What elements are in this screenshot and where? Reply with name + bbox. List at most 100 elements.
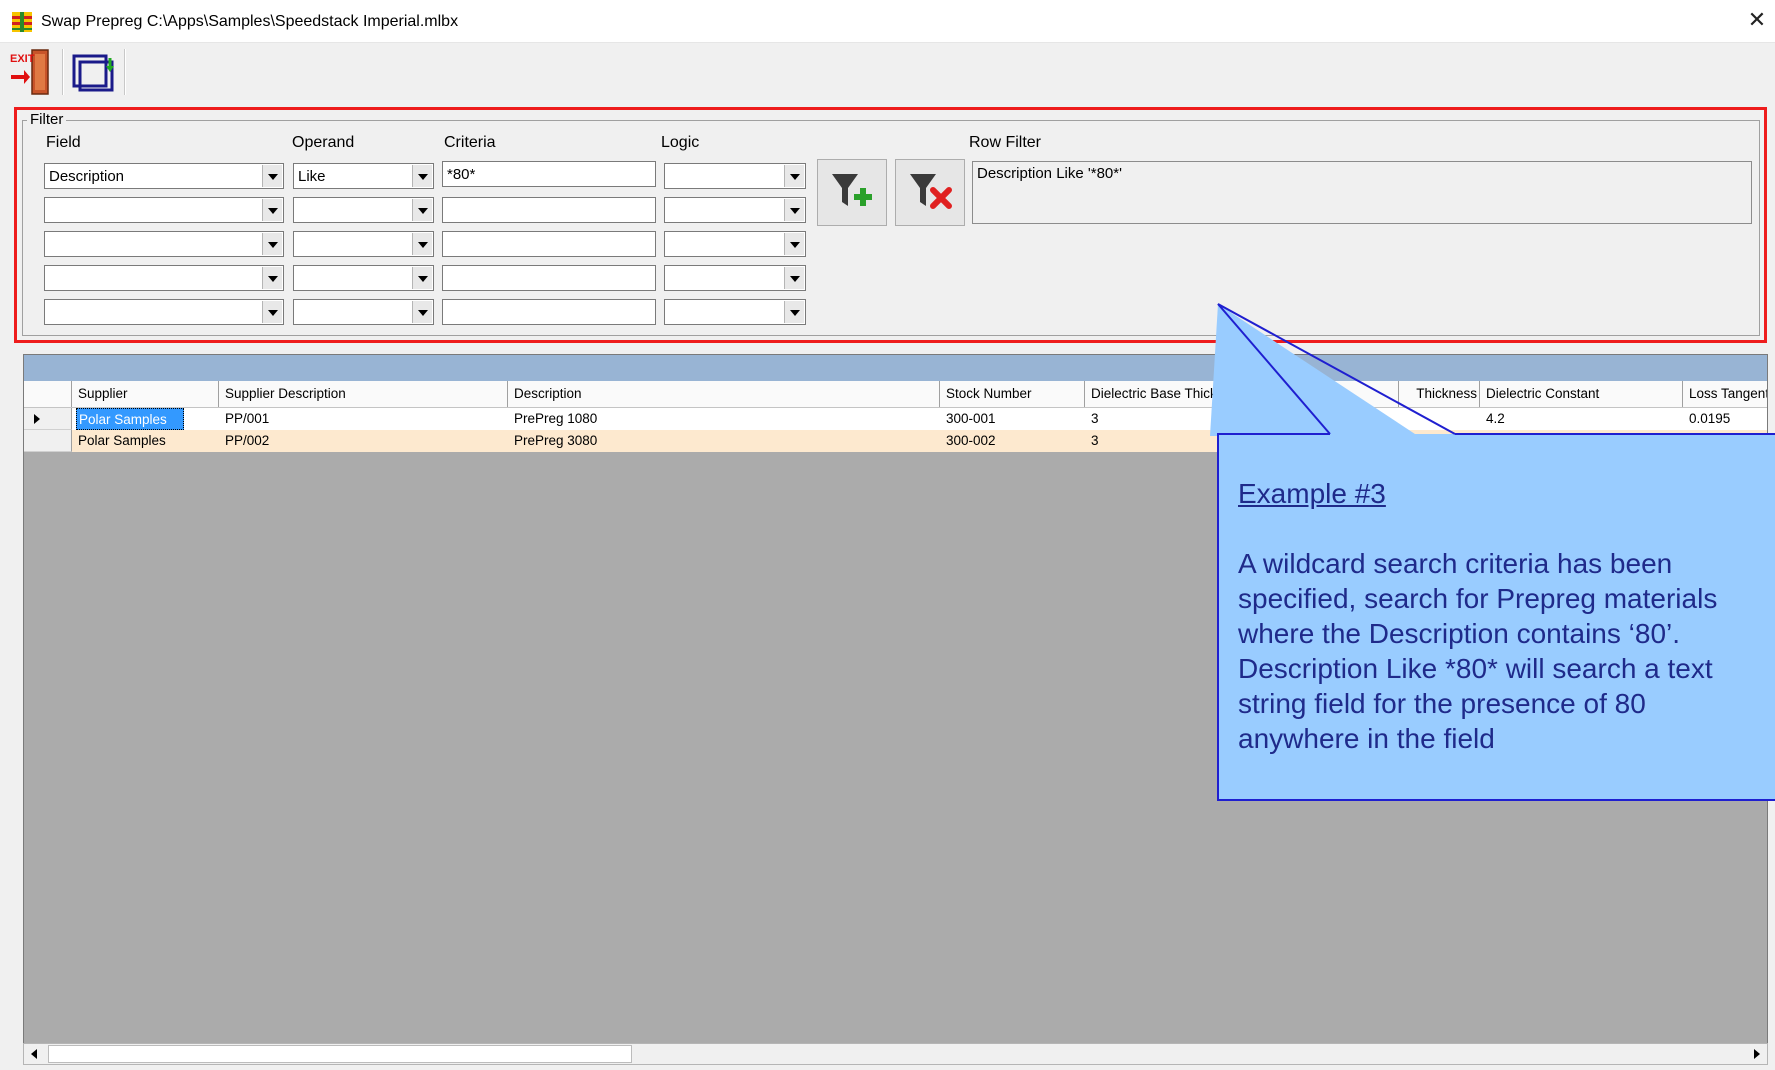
cell-loss-tangent[interactable] xyxy=(1683,430,1767,452)
swap-prepreg-window: Swap Prepreg C:\Apps\Samples\Speedstack … xyxy=(0,0,1775,1070)
logic-combo-3[interactable] xyxy=(664,231,806,257)
swap-icon[interactable] xyxy=(68,48,116,96)
scroll-thumb[interactable] xyxy=(48,1045,632,1063)
dropdown-arrow-icon[interactable] xyxy=(784,267,804,289)
cell-supplier[interactable]: Polar Samples xyxy=(72,430,219,452)
cell-dielectric-base-thickness[interactable]: 3 xyxy=(1085,430,1281,452)
toolbar: EXIT xyxy=(0,43,1775,101)
criteria-input-3[interactable] xyxy=(442,231,656,257)
field-combo-4[interactable] xyxy=(44,265,284,291)
add-filter-button[interactable] xyxy=(817,159,887,226)
cell-supplier[interactable]: Polar Samples xyxy=(76,408,184,430)
criteria-input-1[interactable]: *80* xyxy=(442,161,656,187)
grid-caption-bar xyxy=(24,355,1767,381)
horizontal-scrollbar[interactable] xyxy=(23,1043,1768,1065)
callout-annotation: Example #3 A wildcard search criteria ha… xyxy=(1238,476,1768,756)
dropdown-arrow-icon[interactable] xyxy=(412,233,432,255)
app-icon xyxy=(12,12,32,32)
cell-d[interactable] xyxy=(1281,430,1399,452)
clear-filter-button[interactable] xyxy=(895,159,965,226)
logic-combo-2[interactable] xyxy=(664,197,806,223)
title-bar: Swap Prepreg C:\Apps\Samples\Speedstack … xyxy=(0,0,1775,43)
row-filter-box: Description Like '*80*' xyxy=(972,161,1752,224)
cell-thickness[interactable] xyxy=(1399,408,1480,430)
logic-combo-5[interactable] xyxy=(664,299,806,325)
dropdown-arrow-icon[interactable] xyxy=(784,233,804,255)
dropdown-arrow-icon[interactable] xyxy=(262,165,282,187)
column-header-supplier[interactable]: Supplier xyxy=(72,381,219,407)
cell-description[interactable]: PrePreg 1080 xyxy=(508,408,940,430)
dropdown-arrow-icon[interactable] xyxy=(784,199,804,221)
dropdown-arrow-icon[interactable] xyxy=(262,301,282,323)
operand-value: Like xyxy=(298,168,326,185)
callout-title: Example #3 xyxy=(1238,478,1386,509)
field-combo-1[interactable]: Description xyxy=(44,163,284,189)
dropdown-arrow-icon[interactable] xyxy=(784,301,804,323)
dropdown-arrow-icon[interactable] xyxy=(412,267,432,289)
field-combo-2[interactable] xyxy=(44,197,284,223)
dropdown-arrow-icon[interactable] xyxy=(412,199,432,221)
operand-combo-3[interactable] xyxy=(293,231,434,257)
toolbar-separator xyxy=(124,49,126,95)
cell-d[interactable]: 3 xyxy=(1281,408,1399,430)
scroll-left-arrow-icon[interactable] xyxy=(24,1044,46,1064)
dropdown-arrow-icon[interactable] xyxy=(784,165,804,187)
operand-combo-5[interactable] xyxy=(293,299,434,325)
field-combo-3[interactable] xyxy=(44,231,284,257)
column-header-supplier-description[interactable]: Supplier Description xyxy=(219,381,508,407)
operand-combo-2[interactable] xyxy=(293,197,434,223)
cell-supplier-description[interactable]: PP/001 xyxy=(219,408,508,430)
field-combo-5[interactable] xyxy=(44,299,284,325)
column-header-dielectric-base-thickness[interactable]: Dielectric Base Thickness xyxy=(1085,381,1281,407)
cell-loss-tangent[interactable]: 0.0195 xyxy=(1683,408,1767,430)
svg-text:EXIT: EXIT xyxy=(10,53,35,65)
criteria-input-4[interactable] xyxy=(442,265,656,291)
cell-stock-number[interactable]: 300-001 xyxy=(940,408,1085,430)
column-header-description[interactable]: Description xyxy=(508,381,940,407)
row-header-corner xyxy=(24,381,72,407)
filter-clear-icon xyxy=(910,174,952,209)
field-value: Description xyxy=(49,168,125,185)
dropdown-arrow-icon[interactable] xyxy=(412,165,432,187)
column-header-d[interactable]: D xyxy=(1281,381,1399,407)
column-header-dielectric-constant[interactable]: Dielectric Constant xyxy=(1480,381,1683,407)
row-selector[interactable] xyxy=(24,430,72,452)
cell-thickness[interactable] xyxy=(1399,430,1480,452)
criteria-header: Criteria xyxy=(444,134,496,151)
cell-dielectric-base-thickness[interactable]: 3 xyxy=(1085,408,1281,430)
logic-combo-1[interactable] xyxy=(664,163,806,189)
dropdown-arrow-icon[interactable] xyxy=(262,233,282,255)
callout-body: A wildcard search criteria has been spec… xyxy=(1238,548,1718,754)
window-title: Swap Prepreg C:\Apps\Samples\Speedstack … xyxy=(41,13,459,30)
row-filter-value: Description Like '*80*' xyxy=(977,165,1122,182)
operand-header: Operand xyxy=(292,134,355,151)
field-header: Field xyxy=(46,134,81,151)
logic-header: Logic xyxy=(661,134,700,151)
column-header-thickness[interactable]: Thickness xyxy=(1399,381,1480,407)
criteria-input-5[interactable] xyxy=(442,299,656,325)
row-filter-header: Row Filter xyxy=(969,134,1042,151)
column-header-stock-number[interactable]: Stock Number xyxy=(940,381,1085,407)
operand-combo-1[interactable]: Like xyxy=(293,163,434,189)
table-row[interactable]: Polar Samples PP/002 PrePreg 3080 300-00… xyxy=(24,430,1767,452)
dropdown-arrow-icon[interactable] xyxy=(262,267,282,289)
cell-dielectric-constant[interactable]: 4.2 xyxy=(1480,408,1683,430)
criteria-input-2[interactable] xyxy=(442,197,656,223)
logic-combo-4[interactable] xyxy=(664,265,806,291)
grid-header-row: Supplier Supplier Description Descriptio… xyxy=(24,381,1767,408)
cell-stock-number[interactable]: 300-002 xyxy=(940,430,1085,452)
exit-door-icon[interactable]: EXIT xyxy=(8,48,56,96)
dropdown-arrow-icon[interactable] xyxy=(412,301,432,323)
close-button[interactable]: ✕ xyxy=(1747,8,1767,32)
table-row[interactable]: Polar Samples PP/001 PrePreg 1080 300-00… xyxy=(24,408,1767,430)
cell-supplier-description[interactable]: PP/002 xyxy=(219,430,508,452)
row-selector[interactable] xyxy=(24,408,72,430)
criteria-value: *80* xyxy=(447,166,476,183)
column-header-loss-tangent[interactable]: Loss Tangent xyxy=(1683,381,1767,407)
operand-combo-4[interactable] xyxy=(293,265,434,291)
cell-dielectric-constant[interactable] xyxy=(1480,430,1683,452)
scroll-right-arrow-icon[interactable] xyxy=(1745,1044,1767,1064)
dropdown-arrow-icon[interactable] xyxy=(262,199,282,221)
filter-add-icon xyxy=(832,174,872,206)
cell-description[interactable]: PrePreg 3080 xyxy=(508,430,940,452)
